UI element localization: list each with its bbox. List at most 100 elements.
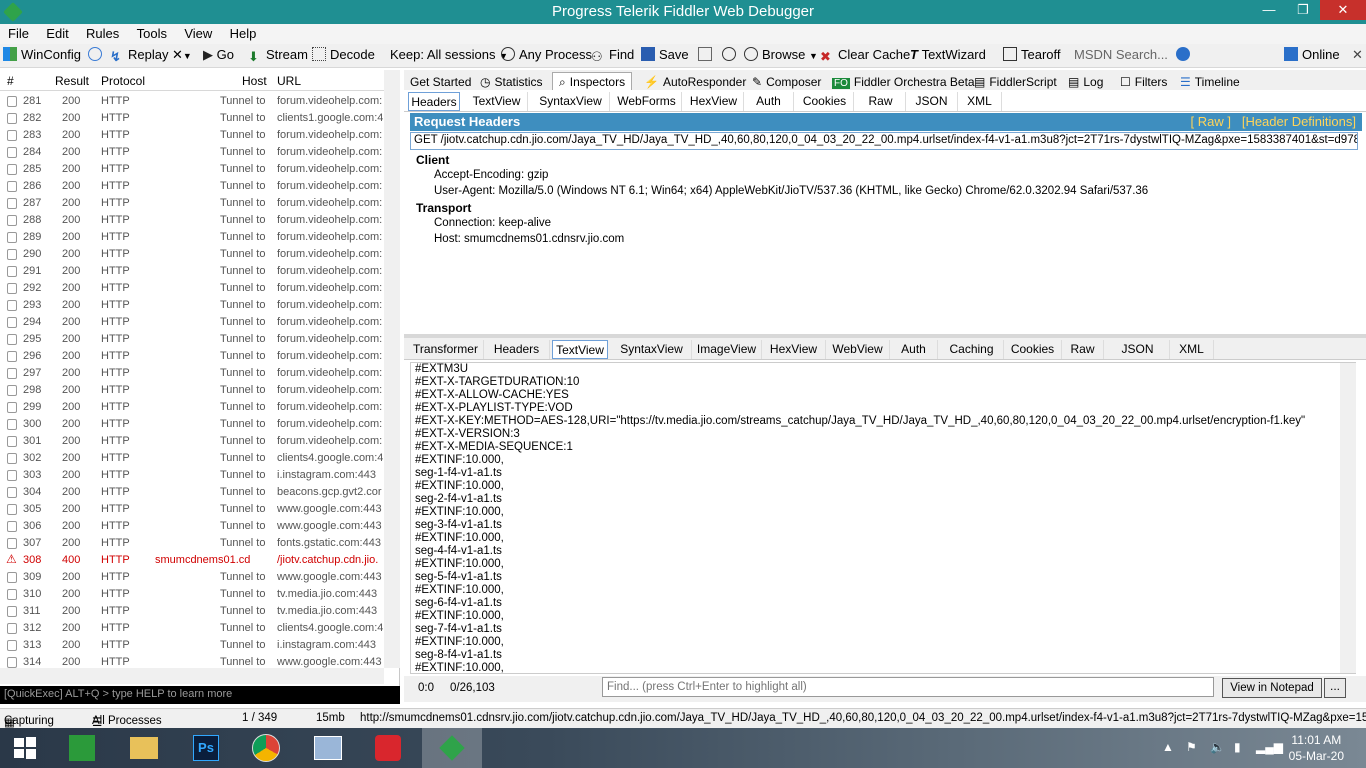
table-row[interactable]: 299 200 HTTP Tunnel to forum.videohelp.com: (0, 399, 384, 416)
go-button[interactable]: ▶ Go (203, 47, 234, 63)
table-row[interactable]: 283 200 HTTP Tunnel to forum.videohelp.com: (0, 127, 384, 144)
col-result[interactable]: Result (55, 74, 89, 88)
table-row[interactable]: 313 200 HTTP Tunnel to i.instagram.com:443 (0, 637, 384, 654)
table-row[interactable]: 301 200 HTTP Tunnel to forum.videohelp.com: (0, 433, 384, 450)
table-row[interactable]: 293 200 HTTP Tunnel to forum.videohelp.com: (0, 297, 384, 314)
menu-file[interactable]: File (8, 24, 29, 41)
textview-scrollbar[interactable] (1340, 363, 1356, 673)
group-transport[interactable]: Transport (416, 201, 471, 215)
tab-autoresponder[interactable]: ⚡ AutoResponder (644, 72, 746, 92)
col-protocol[interactable]: Protocol (101, 74, 145, 88)
group-client[interactable]: Client (416, 153, 449, 167)
header-connection[interactable]: Connection: keep-alive (434, 217, 551, 229)
tab-statistics[interactable]: ◷ Statistics (480, 72, 543, 92)
table-row[interactable]: 309 200 HTTP Tunnel to www.google.com:443 (0, 569, 384, 586)
table-row[interactable]: 291 200 HTTP Tunnel to forum.videohelp.com: (0, 263, 384, 280)
req-tab-raw[interactable]: Raw (856, 92, 906, 111)
taskbar-control-panel[interactable] (298, 728, 358, 768)
tearoff-button[interactable]: Tearoff (1003, 47, 1061, 62)
table-row[interactable]: 307 200 HTTP Tunnel to fonts.gstatic.com:443 (0, 535, 384, 552)
req-tab-webforms[interactable]: WebForms (612, 92, 682, 111)
taskbar-store[interactable] (52, 728, 112, 768)
tray-volume-icon[interactable]: 🔈 (1210, 740, 1225, 754)
table-row[interactable]: 311 200 HTTP Tunnel to tv.media.jio.com:443 (0, 603, 384, 620)
decode-button[interactable]: Decode (312, 47, 375, 62)
stream-button[interactable]: ⬇ Stream (248, 47, 308, 64)
table-row[interactable]: 287 200 HTTP Tunnel to forum.videohelp.com: (0, 195, 384, 212)
tab-get-started[interactable]: Get Started (410, 72, 471, 92)
timer-button[interactable] (722, 47, 740, 62)
close-toolbar-icon[interactable]: ✕ (1352, 47, 1363, 63)
resp-tab-cookies[interactable]: Cookies (1004, 340, 1062, 359)
table-row[interactable]: 312 200 HTTP Tunnel to clients4.google.com:4 (0, 620, 384, 637)
table-row[interactable]: 310 200 HTTP Tunnel to tv.media.jio.com:443 (0, 586, 384, 603)
tray-signal-icon[interactable]: ▂▄▆ (1256, 740, 1283, 754)
maximize-button[interactable]: ❐ (1286, 0, 1320, 20)
request-line[interactable]: GET /jiotv.catchup.cdn.jio.com/Jaya_TV_H… (410, 132, 1358, 150)
header-definitions-link[interactable]: [Header Definitions] (1242, 114, 1356, 129)
resp-tab-transformer[interactable]: Transformer (408, 340, 484, 359)
header-host[interactable]: Host: smumcdnems01.cdnsrv.jio.com (434, 233, 624, 245)
browse-button[interactable]: Browse ▼ (744, 47, 818, 62)
table-row[interactable]: ⚠ 308 400 HTTP smumcdnems01.cdn... /jiotv.cat… (0, 552, 384, 569)
help-button[interactable] (1176, 47, 1194, 62)
online-indicator[interactable]: Online (1284, 47, 1340, 62)
taskbar-explorer[interactable] (114, 728, 174, 768)
remove-button[interactable]: ✕▼ (172, 47, 192, 63)
resp-tab-webview[interactable]: WebView (826, 340, 890, 359)
resp-tab-textview[interactable]: TextView (552, 340, 608, 359)
col-num[interactable]: # (7, 74, 14, 88)
req-tab-textview[interactable]: TextView (466, 92, 528, 111)
clock[interactable]: 11:01 AM 05-Mar-20 (1289, 732, 1344, 764)
tab-inspectors[interactable]: ⌕ Inspectors (552, 72, 633, 92)
menu-tools[interactable]: Tools (137, 24, 167, 41)
find-input[interactable] (602, 677, 1214, 697)
table-row[interactable]: 290 200 HTTP Tunnel to forum.videohelp.com: (0, 246, 384, 263)
table-row[interactable]: 288 200 HTTP Tunnel to forum.videohelp.com: (0, 212, 384, 229)
taskbar-fiddler[interactable] (422, 728, 482, 768)
comment-button[interactable] (88, 47, 106, 62)
tab-composer[interactable]: ✎ Composer (752, 72, 821, 92)
taskbar-photoshop[interactable]: Ps (176, 728, 236, 768)
keep-sessions-dropdown[interactable]: Keep: All sessions ▼ (390, 47, 508, 62)
menu-edit[interactable]: Edit (46, 24, 68, 41)
close-button[interactable]: ✕ (1320, 0, 1366, 20)
taskbar-app[interactable] (358, 728, 418, 768)
menu-view[interactable]: View (184, 24, 212, 41)
table-row[interactable]: 282 200 HTTP Tunnel to clients1.google.com:4 (0, 110, 384, 127)
save-button[interactable]: Save (641, 47, 689, 62)
tab-fiddler-orchestra[interactable]: FO Fiddler Orchestra Beta (832, 72, 975, 92)
resp-tab-imageview[interactable]: ImageView (692, 340, 762, 359)
more-options-button[interactable]: ... (1324, 678, 1346, 698)
session-horizontal-scrollbar[interactable] (0, 668, 384, 684)
tray-chevron-icon[interactable]: ▲ (1162, 740, 1174, 754)
table-row[interactable]: 305 200 HTTP Tunnel to www.google.com:443 (0, 501, 384, 518)
table-row[interactable]: 298 200 HTTP Tunnel to forum.videohelp.com: (0, 382, 384, 399)
table-row[interactable]: 295 200 HTTP Tunnel to forum.videohelp.com: (0, 331, 384, 348)
textwizard-button[interactable]: T TextWizard (910, 47, 986, 62)
table-row[interactable]: 304 200 HTTP Tunnel to beacons.gcp.gvt2.cor (0, 484, 384, 501)
resp-tab-hexview[interactable]: HexView (762, 340, 826, 359)
resp-tab-xml[interactable]: XML (1170, 340, 1214, 359)
session-vertical-scrollbar[interactable] (384, 70, 400, 668)
menu-rules[interactable]: Rules (86, 24, 119, 41)
table-row[interactable]: 306 200 HTTP Tunnel to www.google.com:443 (0, 518, 384, 535)
tab-filters[interactable]: ☐ Filters (1120, 72, 1167, 92)
screenshot-button[interactable] (698, 47, 716, 62)
quickexec-input[interactable]: [QuickExec] ALT+Q > type HELP to learn m… (0, 686, 400, 704)
resp-tab-syntaxview[interactable]: SyntaxView (612, 340, 692, 359)
taskbar-chrome[interactable] (236, 728, 296, 768)
resp-tab-auth[interactable]: Auth (890, 340, 938, 359)
table-row[interactable]: 292 200 HTTP Tunnel to forum.videohelp.com: (0, 280, 384, 297)
table-row[interactable]: 296 200 HTTP Tunnel to forum.videohelp.com: (0, 348, 384, 365)
menu-help[interactable]: Help (230, 24, 257, 41)
response-textview[interactable]: #EXTM3U #EXT-X-TARGETDURATION:10 #EXT-X-AL… (410, 362, 1356, 674)
winconfig-button[interactable]: WinConfig (3, 47, 81, 62)
table-row[interactable]: 281 200 HTTP Tunnel to forum.videohelp.com: (0, 93, 384, 110)
req-tab-syntaxview[interactable]: SyntaxView (532, 92, 610, 111)
req-tab-json[interactable]: JSON (906, 92, 958, 111)
any-process-button[interactable]: Any Process (501, 47, 592, 62)
resp-tab-raw[interactable]: Raw (1062, 340, 1104, 359)
table-row[interactable]: 284 200 HTTP Tunnel to forum.videohelp.com: (0, 144, 384, 161)
header-user-agent[interactable]: User-Agent: Mozilla/5.0 (Windows NT 6.1;… (434, 185, 1148, 197)
